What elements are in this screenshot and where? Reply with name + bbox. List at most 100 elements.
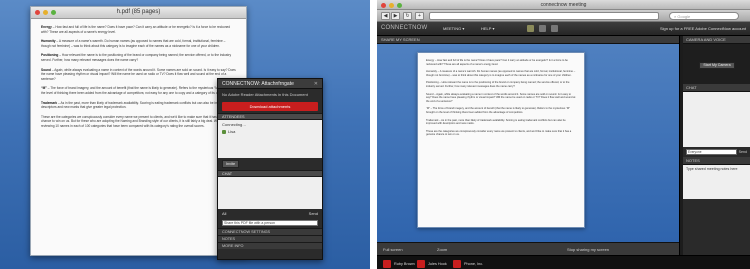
document-paragraph: Humanity – A measure of a name’s warmth.… bbox=[41, 39, 236, 48]
connectnow-logo: CONNECTNOW bbox=[381, 25, 428, 31]
document-titlebar: h.pdf (85 pages) bbox=[31, 7, 246, 19]
attendee-list: Connecting… Lisa bbox=[218, 120, 322, 158]
document-paragraph: “M” – The force of brand imagery, and th… bbox=[41, 86, 236, 95]
share-pod-header: SHARE MY SCREEN bbox=[377, 36, 679, 44]
zoom-control[interactable]: Zoom bbox=[437, 247, 447, 252]
user-icon bbox=[453, 259, 461, 268]
add-bookmark-icon[interactable]: + bbox=[415, 12, 424, 20]
attendee-jules[interactable]: Jules Hook bbox=[417, 259, 447, 268]
attendee-row[interactable]: Lisa bbox=[222, 129, 318, 134]
attendee-taskbar: Ruby Brown Jules Hook Phone, Inc. bbox=[377, 255, 750, 269]
document-paragraph: These are the categories we conspicuousl… bbox=[41, 115, 236, 129]
chat-tab-all[interactable]: All bbox=[222, 211, 226, 216]
close-icon[interactable]: ✕ bbox=[314, 81, 318, 87]
paragraph-text: – The force of brand imagery, and the am… bbox=[41, 86, 236, 95]
shared-document-paragraph: Positioning – How relevant the name is t… bbox=[426, 81, 570, 88]
browser-titlebar: connectnow meeting bbox=[377, 0, 750, 10]
chat-log bbox=[683, 92, 750, 147]
shared-screen-area[interactable]: Energy – How fast and full of life is th… bbox=[377, 44, 679, 242]
chat-pod-header: CHAT bbox=[683, 84, 750, 92]
forward-icon[interactable]: ▶ bbox=[391, 12, 400, 20]
notes-section-header[interactable]: NOTES bbox=[218, 235, 322, 242]
invite-button[interactable]: Invite bbox=[222, 160, 240, 168]
more-info-section-header[interactable]: MORE INFO bbox=[218, 242, 322, 249]
attendees-section-header[interactable]: ATTENDEES bbox=[218, 113, 322, 120]
attendee-name: Ruby Brown bbox=[394, 261, 415, 266]
attendee-ruby[interactable]: Ruby Brown bbox=[383, 259, 415, 268]
chat-send-button[interactable]: Send bbox=[309, 211, 318, 216]
attendee-name: Phone, Inc. bbox=[464, 261, 484, 266]
shared-document-paragraph: Sound – Again, while always evaluating a… bbox=[426, 92, 576, 103]
right-screenshot-meeting-room: connectnow meeting ◀ ▶ ↻ + ⌕ Google CONN… bbox=[377, 0, 750, 269]
attendee-name: Jules Hook bbox=[428, 261, 447, 266]
document-paragraph: Positioning – How relevant the name is t… bbox=[41, 53, 236, 62]
chat-controls: All Send bbox=[218, 209, 322, 218]
camera-pod: Start My Camera bbox=[683, 44, 750, 84]
address-bar[interactable] bbox=[429, 12, 659, 20]
chat-send-button[interactable]: Send bbox=[739, 150, 747, 154]
chat-recipient-select[interactable] bbox=[686, 149, 737, 155]
chat-input[interactable] bbox=[222, 220, 318, 226]
notes-text[interactable]: Type shared meeting notes here bbox=[683, 165, 750, 199]
notes-pod-header: NOTES bbox=[683, 157, 750, 165]
document-paragraph: Trademark – As in the past, more than li… bbox=[41, 101, 236, 110]
chat-controls: Send bbox=[683, 147, 750, 157]
search-field[interactable]: ⌕ Google bbox=[669, 12, 739, 20]
shared-document-paragraph: Energy – How fast and full of life is th… bbox=[426, 59, 568, 66]
document-title: h.pdf (85 pages) bbox=[116, 9, 161, 15]
meeting-menu[interactable]: MEETING ▾ bbox=[443, 26, 464, 31]
chat-log bbox=[218, 177, 322, 209]
signup-link[interactable]: Sign up for a FREE Adobe ConnectNow acco… bbox=[660, 26, 746, 31]
connectnow-pod: CONNECTNOW: Attachnfrngate ✕ No Adobe Re… bbox=[217, 78, 323, 260]
shared-document-paragraph: “M” – The force of brand imagery, and th… bbox=[426, 107, 570, 114]
attendee-name: Lisa bbox=[228, 129, 236, 134]
user-status-icon bbox=[222, 129, 226, 134]
layout-icon[interactable] bbox=[527, 25, 534, 32]
paragraph-text: These are the categories we conspicuousl… bbox=[41, 114, 232, 128]
pod-title: CONNECTNOW: Attachnfrngate bbox=[222, 81, 294, 87]
chat-input-row bbox=[218, 218, 322, 228]
paragraph-text: – How relevant the name is to the positi… bbox=[41, 53, 232, 62]
paragraph-lead: “M” bbox=[41, 86, 47, 91]
paragraph-lead: Trademark bbox=[41, 100, 58, 105]
share-pod: SHARE MY SCREEN Energy – How fast and fu… bbox=[377, 36, 680, 255]
paragraph-lead: Humanity bbox=[41, 39, 56, 44]
download-attachments-button[interactable]: Download attachments bbox=[222, 102, 318, 111]
share-pod-footer: Full screen Zoom Stop sharing my screen bbox=[377, 242, 679, 255]
browser-toolbar: ◀ ▶ ↻ + ⌕ Google bbox=[377, 10, 750, 22]
paragraph-text: – How fast and full of life is the name?… bbox=[41, 25, 231, 34]
browser-window-title: connectnow meeting bbox=[540, 2, 587, 8]
camera-pod-header: CAMERA AND VOICE bbox=[683, 36, 750, 44]
paragraph-lead: Sound bbox=[41, 67, 51, 72]
user-icon bbox=[383, 259, 391, 268]
paragraph-text: – As in the past, more than likely of tr… bbox=[41, 100, 235, 110]
shared-document-paragraph: Trademark – As in the past, more than li… bbox=[426, 118, 566, 126]
help-menu[interactable]: HELP ▾ bbox=[481, 26, 495, 31]
meeting-sidebar: CAMERA AND VOICE Start My Camera CHAT Se… bbox=[683, 36, 750, 255]
pdf-document-window: h.pdf (85 pages) Energy – How fast and f… bbox=[30, 6, 247, 256]
document-paragraph: Sound – Again, while always evaluating a… bbox=[41, 68, 236, 82]
document-paragraph: Energy – How fast and full of life is th… bbox=[41, 25, 236, 34]
stop-sharing-button[interactable]: Stop sharing my screen bbox=[567, 247, 609, 252]
chat-section-header[interactable]: CHAT bbox=[218, 170, 322, 177]
paragraph-lead: Positioning bbox=[41, 53, 59, 58]
pod-header: CONNECTNOW: Attachnfrngate ✕ bbox=[218, 79, 322, 89]
start-camera-button[interactable]: Start My Camera bbox=[699, 62, 735, 69]
shared-document-paragraph: These are the categories we conspicuousl… bbox=[426, 129, 572, 137]
user-icon bbox=[417, 259, 425, 268]
full-screen-button[interactable]: Full screen bbox=[383, 247, 403, 252]
paragraph-text: – Again, while always evaluating a name … bbox=[41, 67, 236, 81]
reload-icon[interactable]: ↻ bbox=[403, 12, 412, 20]
left-screenshot-desktop: h.pdf (85 pages) Energy – How fast and f… bbox=[0, 0, 370, 269]
back-icon[interactable]: ◀ bbox=[381, 12, 390, 20]
pod-message: No Adobe Reader Attachments in this Docu… bbox=[222, 92, 308, 97]
camera-icon[interactable] bbox=[551, 25, 558, 32]
share-screen-icon[interactable] bbox=[539, 25, 546, 32]
paragraph-text: – A measure of a name’s warmth. Do human… bbox=[41, 39, 226, 48]
settings-section-header[interactable]: CONNECTNOW SETTINGS bbox=[218, 228, 322, 235]
connectnow-menubar: CONNECTNOW MEETING ▾ HELP ▾ Sign up for … bbox=[377, 22, 750, 36]
attendee-phone[interactable]: Phone, Inc. bbox=[453, 259, 483, 268]
shared-document-paragraph: Humanity – A measure of a name’s warmth.… bbox=[426, 70, 576, 77]
attendees-status: Connecting… bbox=[222, 122, 247, 127]
document-text: Energy – How fast and full of life is th… bbox=[31, 19, 246, 140]
